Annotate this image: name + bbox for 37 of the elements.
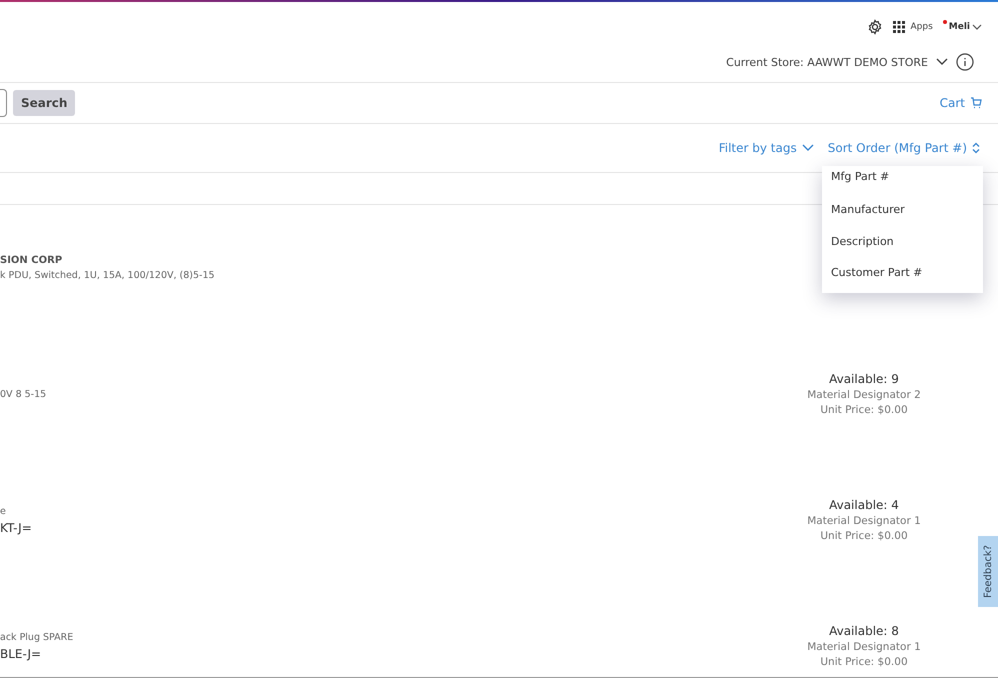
apps-label[interactable]: Apps [910,22,933,32]
current-store-selector[interactable]: Current Store: AAWWT DEMO STORE [726,56,928,68]
feedback-tab[interactable]: Feedback? [978,536,998,607]
sort-icon[interactable] [972,142,980,154]
product-description: k PDU, Switched, 1U, 15A, 100/120V, (8)5-15 [0,270,216,281]
availability-text: Available: 9 [829,372,899,386]
cart-icon[interactable] [970,97,982,109]
unit-price: Unit Price: $0.00 [820,530,908,542]
user-menu[interactable]: Meli [948,22,970,32]
availability-text: Available: 4 [829,498,899,512]
info-icon[interactable] [956,53,974,71]
material-designator: Material Designator 2 [807,389,921,401]
cart-link[interactable]: Cart [940,96,965,110]
sort-option[interactable]: Mfg Part # [822,170,983,194]
sort-option[interactable]: Description [822,226,983,257]
availability-text: Available: 8 [829,624,899,638]
part-number: BLE-J= [0,646,42,660]
manufacturer-name: SION CORP [0,255,64,266]
search-field[interactable] [0,89,7,117]
chevron-down-icon [936,58,948,66]
material-designator: Material Designator 1 [807,515,921,527]
material-designator: Material Designator 1 [807,641,921,653]
product-description: 0V 8 5-15 [0,388,48,400]
chevron-down-icon [972,24,982,30]
sort-option[interactable]: Manufacturer [822,194,983,226]
filter-by-tags-link[interactable]: Filter by tags [718,141,797,155]
chevron-down-icon [802,144,814,152]
unit-price: Unit Price: $0.00 [820,404,908,416]
sort-option[interactable]: Customer Part # [822,257,983,288]
unit-price: Unit Price: $0.00 [820,656,908,668]
part-number: KT-J= [0,520,33,534]
product-description: e [0,506,7,516]
apps-grid-icon[interactable] [893,21,906,33]
settings-icon[interactable] [867,19,884,35]
product-description: ack Plug SPARE [0,632,74,642]
search-button[interactable]: Search [13,90,76,116]
sort-order-link[interactable]: Sort Order (Mfg Part #) [828,141,967,155]
